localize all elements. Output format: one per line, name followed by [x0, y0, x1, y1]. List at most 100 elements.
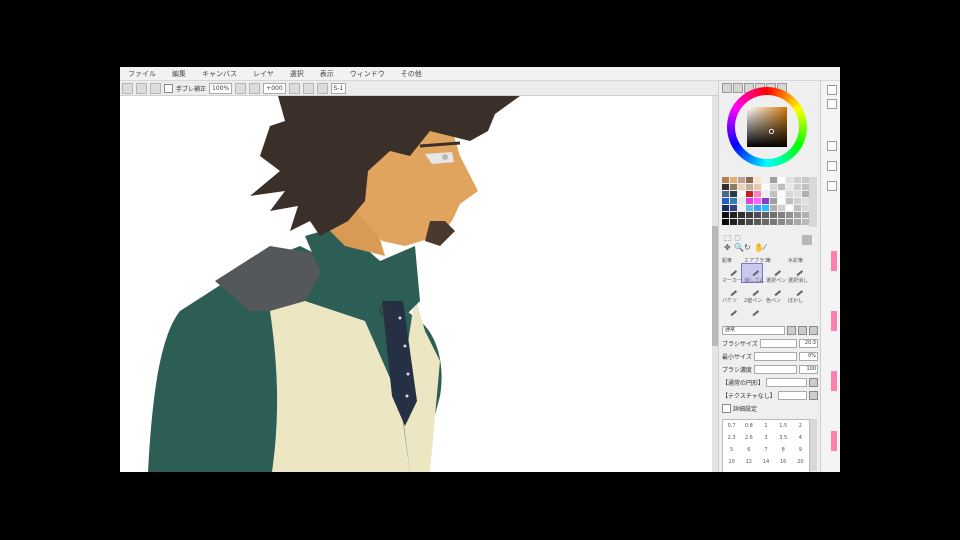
brush-texture-select[interactable]: 【通常の円形】 [722, 378, 764, 387]
stabilizer-field[interactable]: S-1 [330, 82, 347, 94]
color-swatch[interactable] [754, 191, 761, 197]
tool-blur[interactable]: ぼかし [788, 297, 803, 304]
rotate-icon[interactable]: ↻ [744, 243, 751, 252]
size-preset[interactable]: 0.8 [740, 420, 757, 432]
layer-visibility-icon[interactable] [827, 141, 837, 151]
menu-window[interactable]: ウィンドウ [342, 69, 393, 79]
color-swatch[interactable] [754, 205, 761, 211]
zoom-in-button[interactable] [249, 82, 261, 94]
color-swatch[interactable] [770, 177, 777, 183]
tool-brush[interactable]: 筆 [766, 257, 771, 264]
color-swatch[interactable] [762, 219, 769, 225]
color-swatch[interactable] [762, 198, 769, 204]
texture-strength-slider[interactable] [766, 378, 807, 387]
brush-density-value[interactable]: 100 [799, 365, 818, 374]
color-swatch[interactable] [738, 177, 745, 183]
size-preset[interactable]: 2 [792, 420, 809, 432]
color-swatch[interactable] [730, 212, 737, 218]
color-swatch[interactable] [722, 184, 729, 190]
size-preset[interactable]: 7 [757, 444, 774, 456]
color-swatch[interactable] [802, 177, 809, 183]
color-swatch[interactable] [722, 191, 729, 197]
color-swatch[interactable] [794, 212, 801, 218]
color-swatch[interactable] [738, 219, 745, 225]
menu-other[interactable]: その他 [393, 69, 430, 79]
color-swatch[interactable] [778, 212, 785, 218]
color-swatch[interactable] [730, 219, 737, 225]
menu-edit[interactable]: 編集 [164, 69, 194, 79]
tool-select-eraser[interactable]: 選択消し [788, 277, 808, 284]
color-swatch[interactable] [722, 219, 729, 225]
brush-shape-round-icon[interactable] [787, 326, 796, 335]
color-swatch[interactable] [794, 219, 801, 225]
menu-file[interactable]: ファイル [120, 69, 164, 79]
color-swatch[interactable] [738, 205, 745, 211]
menu-canvas[interactable]: キャンバス [194, 69, 245, 79]
zoom-field[interactable]: 100% [209, 82, 233, 94]
tool-select-pen[interactable]: 選択ペン [766, 277, 786, 284]
size-preset[interactable]: 4 [792, 432, 809, 444]
color-swatch[interactable] [738, 212, 745, 218]
color-swatch[interactable] [786, 205, 793, 211]
size-preset[interactable]: 8 [775, 444, 792, 456]
hand-icon[interactable]: ✋ [754, 243, 764, 252]
size-preset[interactable]: 14 [757, 456, 774, 468]
swatch-scrollbar[interactable] [809, 177, 817, 227]
paper-texture-select[interactable]: 【テクスチャなし】 [722, 391, 776, 400]
color-swatch[interactable] [794, 205, 801, 211]
color-swatch[interactable] [794, 184, 801, 190]
size-preset-scrollbar[interactable] [810, 419, 817, 471]
size-preset[interactable]: 16 [775, 456, 792, 468]
rotate-right-button[interactable] [302, 82, 314, 94]
color-swatch[interactable] [722, 205, 729, 211]
drawing-canvas[interactable] [120, 96, 712, 472]
saturation-value-box[interactable] [747, 107, 787, 147]
color-swatch[interactable] [802, 205, 809, 211]
color-swatch[interactable] [754, 219, 761, 225]
rotate-left-button[interactable] [288, 82, 300, 94]
color-swatch[interactable] [754, 212, 761, 218]
color-swatch[interactable] [746, 205, 753, 211]
color-swatch[interactable] [738, 191, 745, 197]
zoom-out-button[interactable] [235, 82, 247, 94]
color-picker-cursor[interactable] [769, 129, 774, 134]
layer-clip-icon[interactable] [827, 181, 837, 191]
tool-marker[interactable]: マーカー [722, 277, 742, 284]
min-size-value[interactable]: 0% [799, 352, 818, 361]
eyedropper-icon[interactable]: ⁄ [764, 243, 765, 252]
menu-layer[interactable]: レイヤ [245, 69, 282, 79]
layer-lock-icon[interactable] [827, 161, 837, 171]
rotation-field[interactable]: +000 [263, 82, 286, 94]
layer-new-icon[interactable] [827, 85, 837, 95]
color-swatch[interactable] [722, 198, 729, 204]
color-swatch[interactable] [802, 191, 809, 197]
color-swatch[interactable] [754, 198, 761, 204]
brush-shape-texture-icon[interactable] [809, 326, 818, 335]
color-swatch[interactable] [786, 219, 793, 225]
color-swatch[interactable] [730, 198, 737, 204]
color-swatch[interactable] [762, 191, 769, 197]
color-swatch[interactable] [802, 219, 809, 225]
color-swatch[interactable] [770, 191, 777, 197]
color-swatch[interactable] [746, 212, 753, 218]
detail-settings-checkbox[interactable] [722, 404, 731, 413]
tool-color-pen[interactable]: 色ペン [766, 297, 781, 304]
foreground-color-swatch[interactable] [802, 235, 812, 245]
paper-option-button[interactable] [809, 391, 818, 400]
color-swatch[interactable] [762, 212, 769, 218]
color-swatch[interactable] [770, 219, 777, 225]
flip-button[interactable] [316, 82, 328, 94]
color-swatch[interactable] [754, 177, 761, 183]
color-swatch[interactable] [786, 212, 793, 218]
color-swatch[interactable] [746, 184, 753, 190]
tool-eraser[interactable]: 消しゴム [744, 277, 764, 284]
layer-thumbnail[interactable] [831, 431, 837, 451]
min-size-slider[interactable] [753, 352, 797, 361]
selection-visibility-button[interactable] [150, 82, 161, 94]
deselect-button[interactable] [122, 82, 133, 94]
size-preset[interactable]: 20 [792, 456, 809, 468]
size-preset[interactable]: 0.7 [723, 420, 740, 432]
color-swatch[interactable] [778, 198, 785, 204]
color-swatch[interactable] [738, 198, 745, 204]
size-preset[interactable]: 3.5 [775, 432, 792, 444]
